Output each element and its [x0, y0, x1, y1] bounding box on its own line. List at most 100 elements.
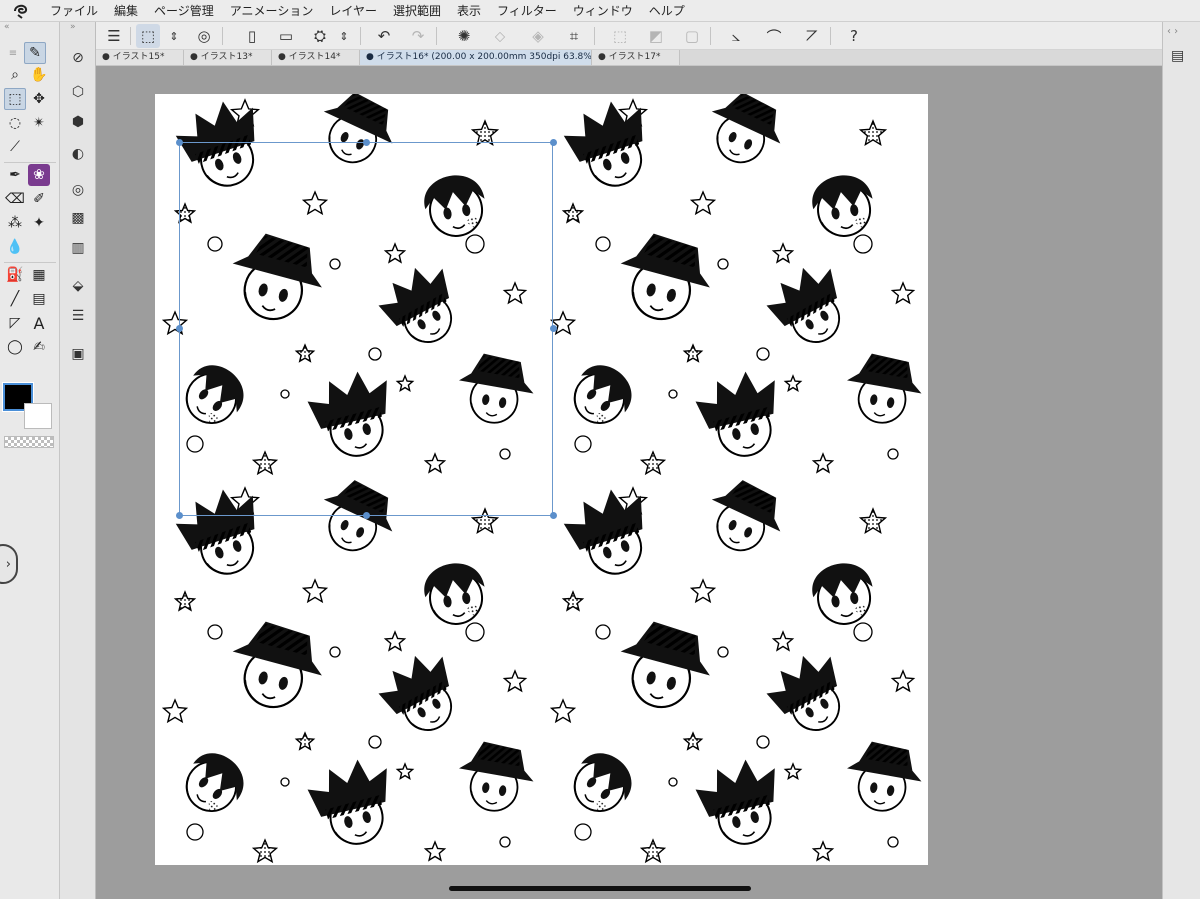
- right-collapse-icon[interactable]: ‹ ›: [1167, 26, 1178, 37]
- move-icon[interactable]: ✥: [28, 88, 50, 110]
- brush-icon[interactable]: ✎: [24, 42, 46, 64]
- selection-handle-tm[interactable]: [363, 139, 370, 146]
- menu-file[interactable]: ファイル: [42, 2, 106, 19]
- eyedropper-icon[interactable]: ⟋: [4, 136, 26, 158]
- zoom-icon[interactable]: ⌕: [4, 64, 26, 86]
- clear-icon[interactable]: ⬦: [488, 24, 512, 48]
- right-panel: ‹ › ▤: [1162, 22, 1200, 899]
- crop-icon[interactable]: ⌗: [562, 24, 586, 48]
- material-icon[interactable]: ⬢: [66, 110, 90, 134]
- divider: [436, 27, 437, 45]
- 3d-icon[interactable]: ⬡: [66, 80, 90, 104]
- airbrush-icon[interactable]: ⁂: [4, 212, 26, 234]
- menu-filter[interactable]: フィルター: [489, 2, 565, 19]
- open-icon[interactable]: ▭: [274, 24, 298, 48]
- layers-icon[interactable]: ☰: [66, 304, 90, 328]
- menu-edit[interactable]: 編集: [106, 2, 146, 19]
- move-layer-icon[interactable]: ⬚: [4, 88, 26, 110]
- color-wheel-icon[interactable]: ◎: [66, 178, 90, 202]
- timeline-icon[interactable]: ▥: [66, 236, 90, 260]
- tab-illust16[interactable]: ● イラスト16* (200.00 x 200.00mm 350dpi 63.8…: [360, 50, 592, 65]
- app-logo-icon[interactable]: [0, 3, 42, 19]
- tab-illust13[interactable]: ● イラスト13*: [184, 50, 272, 65]
- correction-icon[interactable]: ✍: [28, 336, 50, 358]
- special-ruler-icon[interactable]: ⌒: [762, 24, 786, 48]
- tab-illust15[interactable]: ● イラスト15*: [96, 50, 184, 65]
- tab-illust17[interactable]: ● イラスト17*: [592, 50, 680, 65]
- frame-icon[interactable]: ◸: [4, 312, 26, 334]
- deselect-icon[interactable]: ⬚: [608, 24, 632, 48]
- divider: [4, 262, 56, 263]
- fill-icon[interactable]: ⛽: [4, 264, 26, 286]
- text-icon[interactable]: A: [28, 312, 50, 334]
- sync-icon[interactable]: ◎: [192, 24, 216, 48]
- selection-handle-tr[interactable]: [550, 139, 557, 146]
- menu-page[interactable]: ページ管理: [146, 2, 222, 19]
- right-panel-toggle-icon[interactable]: ▤: [1171, 48, 1184, 64]
- home-indicator[interactable]: [449, 886, 751, 891]
- gradient-icon[interactable]: ▦: [28, 264, 50, 286]
- menu-small-icon[interactable]: ≡: [2, 42, 24, 64]
- tab-illust14[interactable]: ● イラスト14*: [272, 50, 360, 65]
- command-bar: ☰ ⬚ ⇕ ◎ ▯ ▭ ⛭ ⇕ ↶ ↷ ✺ ⬦ ◈ ⌗ ⬚ ◩ ▢ ⦣ ⌒ ⦢ …: [96, 22, 1162, 50]
- sub-color-swatch[interactable]: [24, 403, 52, 429]
- menu-selection[interactable]: 選択範囲: [385, 2, 449, 19]
- decoration-brush-icon[interactable]: ❀: [28, 164, 50, 186]
- divider: [594, 27, 595, 45]
- pen-icon[interactable]: ✒: [4, 164, 26, 186]
- history-icon[interactable]: ▣: [66, 342, 90, 366]
- selection-handle-mr[interactable]: [550, 325, 557, 332]
- menu-icon[interactable]: ☰: [102, 24, 126, 48]
- selection-bounding-box[interactable]: [179, 142, 553, 516]
- brush-size-icon[interactable]: ◐: [66, 142, 90, 166]
- fill-selection-icon[interactable]: ◈: [526, 24, 550, 48]
- invert-selection-icon[interactable]: ◩: [644, 24, 668, 48]
- expand-selection-icon[interactable]: ▢: [680, 24, 704, 48]
- selection-handle-br[interactable]: [550, 512, 557, 519]
- navigator-icon[interactable]: ⊘: [66, 46, 90, 70]
- magic-wand-icon[interactable]: ✴: [28, 112, 50, 134]
- panel-collapse-icon[interactable]: «: [4, 22, 63, 36]
- document-tab-bar: ● イラスト15* ● イラスト13* ● イラスト14* ● イラスト16* …: [96, 50, 1162, 66]
- new-icon[interactable]: ▯: [240, 24, 264, 48]
- balloon-icon[interactable]: ◯: [4, 336, 26, 358]
- ruler-icon[interactable]: ▤: [28, 288, 50, 310]
- selection-handle-tl[interactable]: [176, 139, 183, 146]
- divider: [4, 162, 56, 163]
- save-stepper-icon[interactable]: ⇕: [332, 24, 356, 48]
- menu-layer[interactable]: レイヤー: [321, 2, 385, 19]
- menu-animation[interactable]: アニメーション: [222, 2, 322, 19]
- undo-icon[interactable]: ↶: [372, 24, 396, 48]
- color-set-icon[interactable]: ▩: [66, 206, 90, 230]
- divider: [130, 27, 131, 45]
- loading-icon[interactable]: ✺: [452, 24, 476, 48]
- menu-bar: ファイル 編集 ページ管理 アニメーション レイヤー 選択範囲 表示 フィルター…: [0, 0, 1200, 22]
- selection-handle-ml[interactable]: [176, 325, 183, 332]
- menu-help[interactable]: ヘルプ: [641, 2, 693, 19]
- sparkle-icon[interactable]: ✦: [28, 212, 50, 234]
- menu-window[interactable]: ウィンドウ: [565, 2, 641, 19]
- transform-icon[interactable]: ⬚: [136, 24, 160, 48]
- selection-handle-bm[interactable]: [363, 512, 370, 519]
- menu-view[interactable]: 表示: [449, 2, 489, 19]
- divider: [830, 27, 831, 45]
- tool-panel: « ✎ ≡ ⌕ ✋ ⬚ ✥ ◌ ✴ ⟋ ✒ ❀ ⌫ ✐ ⁂ ✦ 💧 ⛽ ▦ ╱ …: [0, 22, 60, 899]
- grid-snap-icon[interactable]: ⦢: [800, 24, 824, 48]
- eraser-icon[interactable]: ⌫: [4, 188, 26, 210]
- palette-bar: » ⊘ ⬡ ⬢ ◐ ◎ ▩ ▥ ⬙ ☰ ▣: [60, 22, 96, 899]
- redo-icon[interactable]: ↷: [406, 24, 430, 48]
- stepper-icon[interactable]: ⇕: [162, 24, 186, 48]
- transparent-color-swatch[interactable]: [4, 436, 54, 448]
- divider: [710, 27, 711, 45]
- help-icon[interactable]: ?: [842, 24, 866, 48]
- marker-icon[interactable]: ✐: [28, 188, 50, 210]
- hand-icon[interactable]: ✋: [28, 64, 50, 86]
- divider: [360, 27, 361, 45]
- line-icon[interactable]: ╱: [4, 288, 26, 310]
- blend-icon[interactable]: 💧: [4, 236, 26, 258]
- save-icon[interactable]: ⛭: [308, 24, 332, 48]
- lasso-icon[interactable]: ◌: [4, 112, 26, 134]
- layer-property-icon[interactable]: ⬙: [66, 274, 90, 298]
- selection-handle-bl[interactable]: [176, 512, 183, 519]
- ruler-snap-icon[interactable]: ⦣: [724, 24, 748, 48]
